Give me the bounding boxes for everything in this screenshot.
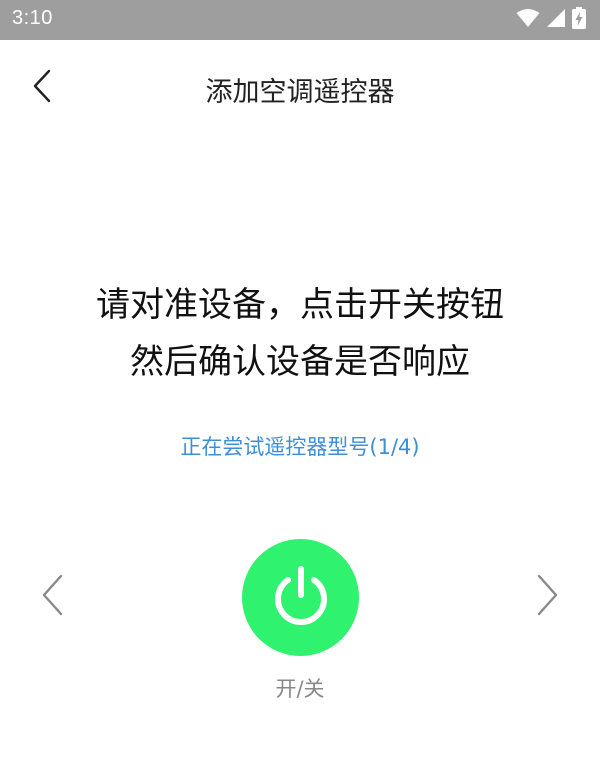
header: 添加空调遥控器 <box>0 40 600 136</box>
wifi-icon <box>516 8 540 32</box>
cellular-signal-icon <box>546 8 566 32</box>
power-icon <box>268 563 334 633</box>
trying-model-status: 正在尝试遥控器型号(1/4) <box>180 435 420 459</box>
next-model-button[interactable] <box>528 572 568 622</box>
power-label: 开/关 <box>275 677 325 701</box>
previous-model-button[interactable] <box>32 572 72 622</box>
page-title: 添加空调遥控器 <box>205 77 395 108</box>
status-time: 3:10 <box>12 7 53 29</box>
power-button[interactable] <box>242 539 359 656</box>
status-bar: 3:10 <box>0 0 600 40</box>
battery-charging-icon <box>572 7 586 33</box>
chevron-left-icon <box>40 573 64 621</box>
instruction-line-2: 然后确认设备是否响应 <box>130 342 470 382</box>
status-icons <box>516 7 586 33</box>
instruction-line-1: 请对准设备，点击开关按钮 <box>96 285 504 325</box>
screen: 3:10 添加空调遥控器 请对准设备，点击开关按钮 然后确认设备是否响应 正在尝… <box>0 0 600 774</box>
chevron-right-icon <box>536 573 560 621</box>
